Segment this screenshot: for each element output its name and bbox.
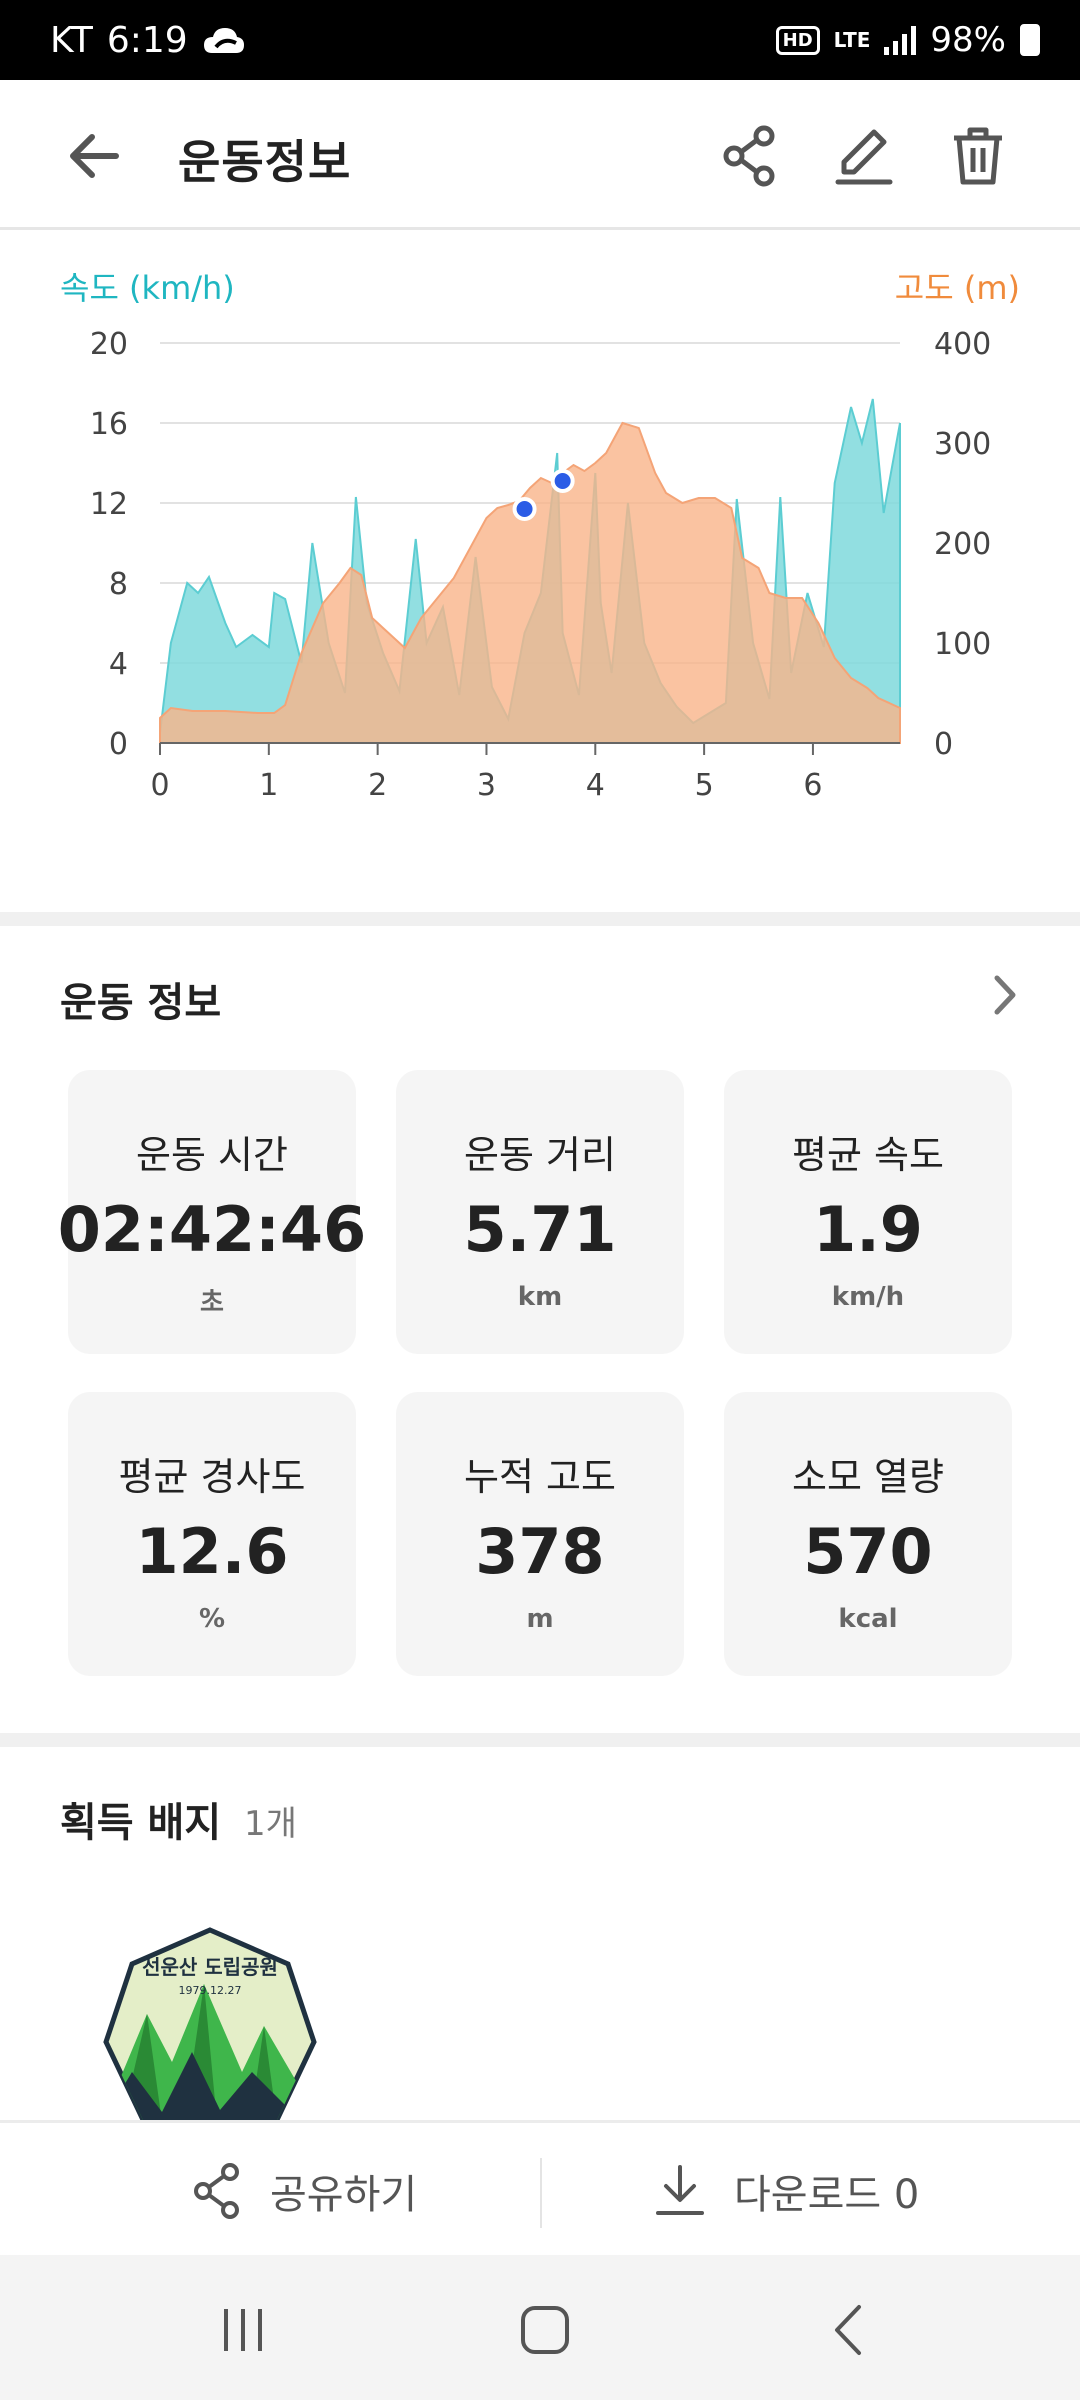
x-tick-label: 2 — [368, 768, 387, 803]
stat-unit: km — [517, 1282, 563, 1312]
chart-canvas[interactable]: 20161284040030020010000 1 2 3 4 5 6 — [0, 313, 1080, 873]
altitude-tick-label: 200 — [934, 527, 991, 562]
clock: 6:19 — [106, 19, 188, 61]
recent-apps-icon[interactable] — [208, 2295, 278, 2365]
altitude-tick-label: 300 — [934, 427, 991, 462]
speed-tick-label: 8 — [109, 567, 128, 602]
workout-info-title: 운동 정보 — [60, 980, 222, 1026]
chart-marker — [550, 469, 575, 493]
nav-back-icon[interactable] — [815, 2295, 885, 2365]
stat-label: 평균 속도 — [792, 1133, 944, 1177]
park-badge-icon[interactable]: 선운산 도립공원 1979.12.27 — [92, 1922, 328, 2122]
home-icon[interactable] — [510, 2295, 580, 2365]
x-tick-label: 1 — [259, 768, 278, 803]
stat-unit: 초 — [200, 1288, 224, 1318]
chevron-right-icon[interactable] — [985, 970, 1025, 1020]
altitude-axis-title: 고도 (m) — [894, 269, 1020, 307]
stat-card-avg-speed: 평균 속도 1.9 km/h — [724, 1070, 1012, 1354]
x-tick-label: 5 — [695, 768, 714, 803]
stat-label: 운동 시간 — [136, 1133, 288, 1177]
x-tick-label: 4 — [586, 768, 605, 803]
bottom-action-bar: 공유하기 다운로드 0 — [0, 2120, 1080, 2255]
stat-card-elevation-gain: 누적 고도 378 m — [396, 1392, 684, 1676]
battery-icon — [1020, 24, 1040, 56]
chart-marker — [512, 497, 537, 521]
stat-card-calories: 소모 열량 570 kcal — [724, 1392, 1012, 1676]
stat-card-avg-slope: 평균 경사도 12.6 % — [68, 1392, 356, 1676]
system-nav-bar — [0, 2255, 1080, 2400]
stat-label: 운동 거리 — [464, 1133, 616, 1177]
app-bar: 운동정보 — [0, 80, 1080, 230]
share-action-button[interactable]: 공유하기 — [190, 2123, 417, 2258]
stat-value: 378 — [475, 1515, 605, 1588]
badge-date: 1979.12.27 — [179, 1984, 242, 1997]
speed-tick-label: 16 — [90, 407, 128, 442]
speed-altitude-chart: 속도 (km/h) 고도 (m) 20 16 12 8 4 0 400 300 200 100 0 0… — [0, 233, 1080, 913]
download-action-button[interactable]: 다운로드 0 — [652, 2123, 919, 2258]
altitude-tick-label: 100 — [934, 627, 991, 662]
share-label: 공유하기 — [270, 2171, 418, 2218]
section-divider — [0, 1733, 1080, 1747]
hd-voice-icon: HD — [775, 25, 820, 55]
share-icon — [194, 2162, 239, 2219]
stat-label: 평균 경사도 — [118, 1455, 306, 1499]
stat-label: 누적 고도 — [464, 1455, 616, 1499]
carrier-label: KT — [50, 19, 93, 61]
stat-value: 1.9 — [813, 1193, 923, 1266]
back-arrow-icon[interactable] — [62, 124, 126, 188]
stat-label: 소모 열량 — [792, 1455, 944, 1499]
speed-tick-label: 12 — [90, 487, 128, 522]
stat-unit: m — [526, 1604, 554, 1634]
download-icon — [656, 2164, 704, 2215]
stat-value: 12.6 — [135, 1515, 289, 1588]
download-label: 다운로드 0 — [734, 2171, 920, 2218]
battery-percent: 98% — [930, 20, 1006, 60]
x-tick-label: 6 — [803, 768, 822, 803]
stat-card-distance: 운동 거리 5.71 km — [396, 1070, 684, 1354]
speed-tick-label: 0 — [109, 727, 128, 762]
cloud-icon — [203, 28, 244, 53]
edit-pencil-icon[interactable] — [830, 122, 898, 190]
stat-unit: % — [198, 1604, 226, 1634]
lte-icon: LTE — [833, 28, 871, 52]
stat-value: 02:42:46 — [57, 1193, 367, 1266]
badges-title: 획득 배지 — [60, 1800, 222, 1846]
stat-card-time: 운동 시간 02:42:46 초 — [58, 1070, 366, 1354]
x-tick-label: 0 — [150, 768, 169, 803]
stat-value: 5.71 — [463, 1193, 617, 1266]
stat-unit: km/h — [831, 1282, 905, 1312]
share-icon[interactable] — [716, 122, 784, 190]
altitude-tick-label: 0 — [934, 727, 953, 762]
speed-tick-label: 20 — [90, 327, 128, 362]
badge-text: 선운산 도립공원 — [142, 1955, 278, 1979]
x-tick-label: 3 — [477, 768, 496, 803]
stat-value: 570 — [803, 1515, 933, 1588]
signal-icon — [884, 25, 917, 55]
page-title: 운동정보 — [178, 135, 352, 189]
workout-stats-grid: 운동 시간 02:42:46 초 운동 거리 5.71 km 평균 속도 1.9… — [58, 1070, 1012, 1676]
speed-axis-title: 속도 (km/h) — [60, 269, 235, 307]
section-divider — [0, 912, 1080, 926]
status-bar: KT 6:19 HD LTE 98% — [0, 0, 1080, 80]
altitude-tick-label: 400 — [934, 327, 991, 362]
stat-unit: kcal — [838, 1604, 898, 1634]
action-divider — [540, 2158, 542, 2228]
badges-count: 1개 — [244, 1804, 297, 1844]
speed-tick-label: 4 — [109, 647, 128, 682]
trash-icon[interactable] — [944, 122, 1012, 190]
